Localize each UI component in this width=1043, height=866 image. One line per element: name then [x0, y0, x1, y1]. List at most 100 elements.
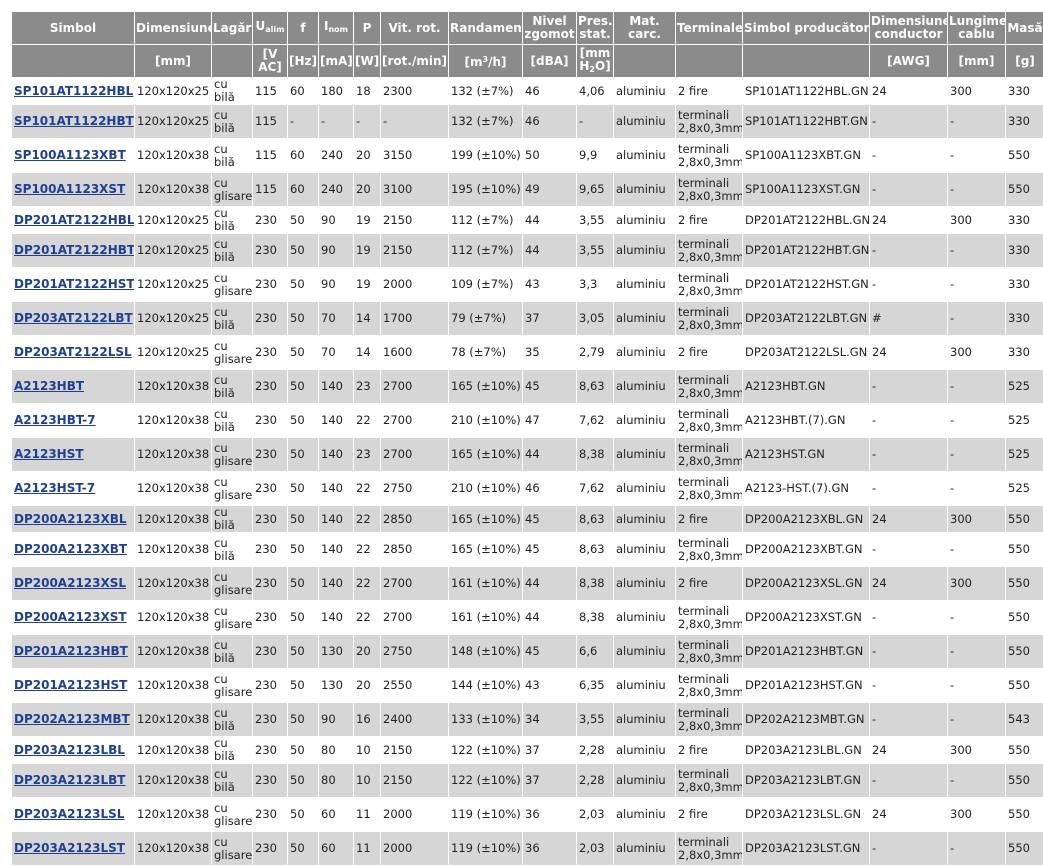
cell-rand: 165 (±10%) [451, 542, 521, 556]
cell-inom: 130 [321, 678, 343, 692]
header-label: Simbol producător [744, 20, 869, 35]
product-link[interactable]: DP203A2123LBT [12, 764, 134, 797]
cell-simprod: DP203A2123LSL.GN [745, 807, 862, 821]
cell-simprod: DP201AT2122HBL.GN [745, 212, 869, 227]
product-link[interactable]: DP200A2123XST [12, 601, 134, 634]
cell-mat: aluminiu [614, 567, 675, 600]
cell-vit: 2700 [381, 370, 448, 403]
header-zgomot[interactable]: Nivel zgomot [523, 12, 576, 44]
cell-lung: - [950, 148, 955, 162]
header-dim[interactable]: Dimensiune [135, 12, 211, 44]
cell-pres: 2,03 [579, 807, 605, 821]
product-link[interactable]: DP203AT2122LSL [12, 336, 134, 369]
cell-masa: 550 [1008, 678, 1030, 692]
cell-f: 50 [290, 610, 305, 624]
product-link[interactable]: DP201AT2122HST [12, 268, 134, 301]
header-ualim[interactable]: Ualim [253, 12, 287, 44]
cell-ualim: 115 [253, 173, 287, 206]
header-f[interactable]: f [288, 12, 318, 44]
cell-dim: 120x120x38 [135, 635, 211, 668]
unit-label: [m [464, 55, 483, 69]
cell-lagar: cu bilă [214, 406, 235, 434]
header-label: Lungime cablu [949, 14, 1005, 41]
product-link[interactable]: SP101AT1122HBL [12, 78, 134, 104]
cell-ualim: 230 [255, 610, 277, 624]
cell-masa: 550 [1006, 567, 1043, 600]
cell-inom: 70 [319, 302, 353, 335]
cell-inom: 240 [321, 148, 343, 162]
cell-simprod: DP201A2123HBT.GN [743, 635, 869, 668]
header-dimcond[interactable]: Dimensiune conductor [870, 12, 947, 44]
product-link[interactable]: DP202A2123MBT [12, 703, 134, 736]
product-link[interactable]: DP201A2123HST [12, 669, 134, 702]
header-lung[interactable]: Lungime cablu [948, 12, 1005, 44]
unit-lung: [mm] [948, 45, 1005, 77]
cell-lagar: cu bilă [212, 302, 252, 335]
cell-dim: 120x120x38 [135, 703, 211, 736]
header-simprod[interactable]: Simbol producător [743, 12, 869, 44]
cell-masa: 543 [1006, 703, 1043, 736]
product-link[interactable]: DP201A2123HBT [12, 635, 134, 668]
header-p[interactable]: P [354, 12, 380, 44]
cell-pres: 2,79 [579, 345, 605, 359]
cell-mat: aluminiu [616, 83, 666, 98]
unit-label: [mm] [155, 53, 191, 68]
cell-simprod: DP201AT2122HST.GN [745, 277, 869, 291]
table-row: DP203A2123LST 120x120x38 cu glisare 230 50 60… [12, 832, 1043, 865]
unit-rand: [m3/h] [449, 45, 522, 77]
cell-term: 2 fire [678, 742, 708, 757]
header-label: Simbol [49, 20, 97, 35]
cell-pres: 9,9 [579, 148, 598, 162]
header-masa[interactable]: Masă [1006, 12, 1043, 44]
cell-p: 20 [356, 678, 371, 692]
cell-dim: 120x120x38 [135, 506, 211, 532]
cell-dimcond: 24 [870, 567, 947, 600]
header-rand[interactable]: Randament [449, 12, 522, 44]
product-link[interactable]: SP100A1123XBT [12, 139, 134, 172]
cell-zgomot: 44 [523, 567, 576, 600]
cell-rand: 79 (±7%) [449, 302, 522, 335]
cell-lagar: cu glisare [214, 800, 252, 828]
cell-masa: 525 [1008, 481, 1030, 495]
header-simbol[interactable]: Simbol [12, 12, 134, 44]
cell-lagar: cu bilă [214, 207, 235, 233]
product-link[interactable]: SP100A1123XST [12, 173, 134, 206]
product-link[interactable]: DP203AT2122LBT [12, 302, 134, 335]
cell-ualim: 230 [255, 742, 277, 757]
cell-vit: 3100 [381, 173, 448, 206]
cell-zgomot: 46 [525, 481, 540, 495]
cell-mat: aluminiu [616, 610, 666, 624]
cell-dimcond: - [870, 370, 947, 403]
cell-simprod: DP201AT2122HBT.GN [743, 234, 869, 267]
cell-inom: 60 [319, 832, 353, 865]
product-link[interactable]: A2123HST-7 [12, 472, 134, 505]
product-link[interactable]: DP201AT2122HBL [12, 207, 134, 233]
header-vit[interactable]: Vit. rot. [381, 12, 448, 44]
product-link[interactable]: DP200A2123XSL [12, 567, 134, 600]
cell-zgomot: 43 [525, 678, 540, 692]
header-lagar[interactable]: Lagăr [212, 12, 252, 44]
product-link[interactable]: DP200A2123XBL [12, 506, 134, 532]
header-pres[interactable]: Pres. stat. [577, 12, 613, 44]
cell-p: 20 [354, 635, 380, 668]
header-inom[interactable]: Inom [319, 12, 353, 44]
product-link[interactable]: DP201AT2122HBT [12, 234, 134, 267]
product-link[interactable]: DP203A2123LST [12, 832, 134, 865]
cell-mat: aluminiu [614, 506, 675, 532]
cell-dim: 120x120x38 [137, 481, 210, 495]
product-link[interactable]: A2123HST [12, 438, 134, 471]
cell-pres: 8,38 [577, 438, 613, 471]
cell-p: 22 [356, 610, 371, 624]
product-link[interactable]: A2123HBT [12, 370, 134, 403]
product-link[interactable]: A2123HBT-7 [12, 404, 134, 437]
header-term[interactable]: Terminale [676, 12, 742, 44]
cell-lagar: cu bilă [212, 703, 252, 736]
product-link[interactable]: DP203A2123LBL [12, 737, 134, 763]
product-link[interactable]: DP200A2123XBT [12, 533, 134, 566]
product-link[interactable]: SP101AT1122HBT [12, 105, 134, 138]
cell-lung: - [948, 832, 1005, 865]
cell-rand: 165 (±10%) [449, 438, 522, 471]
product-link[interactable]: DP203A2123LSL [12, 798, 134, 831]
header-mat[interactable]: Mat. carc. [614, 12, 675, 44]
cell-f: 50 [288, 832, 318, 865]
